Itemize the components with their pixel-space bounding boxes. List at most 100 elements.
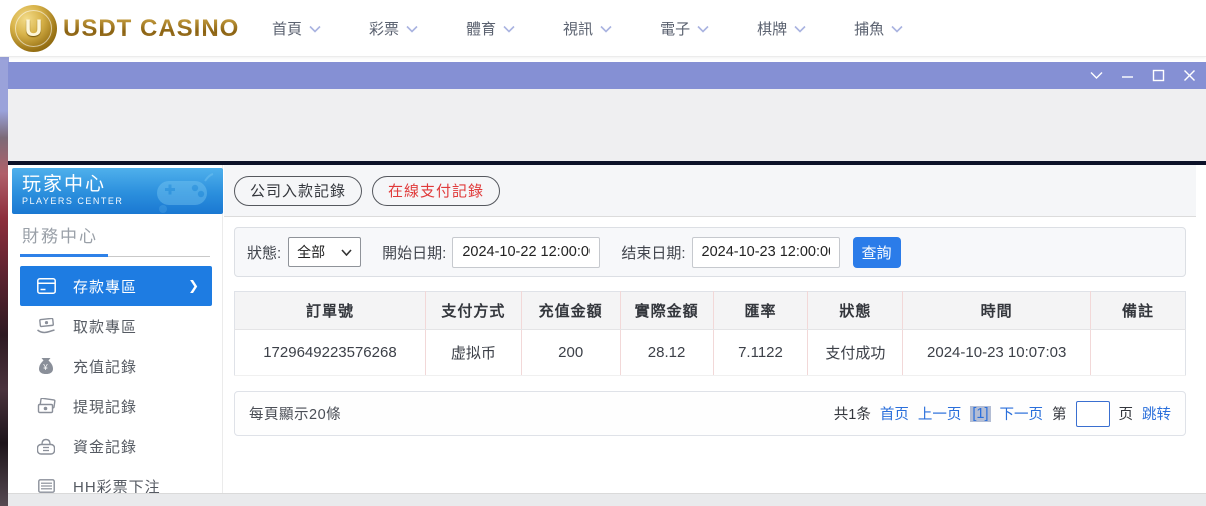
page-size-text: 每頁顯示20條 [249, 403, 341, 424]
start-date-label: 開始日期: [382, 242, 446, 263]
minimize-icon[interactable] [1120, 69, 1134, 83]
jump-button[interactable]: 跳转 [1142, 403, 1171, 424]
sidebar-item-label: 提現記錄 [73, 396, 137, 417]
finance-section-title: 財務中心 [22, 222, 98, 247]
jump-prefix-label: 第 [1052, 403, 1067, 424]
pagination-controls: 共1条 首页 上一页 [1] 下一页 第 页 跳转 [834, 401, 1171, 427]
col-remark: 備註 [1091, 292, 1186, 330]
nav-label: 電子 [660, 18, 690, 39]
tab-company-deposit-record[interactable]: 公司入款記錄 [234, 176, 362, 206]
chevron-right-icon: ❯ [188, 278, 200, 294]
cell-recharge-amount: 200 [521, 330, 620, 376]
logo[interactable]: U USDT CASINO [10, 5, 239, 52]
nav-item-lottery[interactable]: 彩票 [369, 18, 418, 39]
total-count-text: 共1条 [834, 403, 871, 424]
chevron-down-icon [794, 25, 806, 33]
sidebar: 玩家中心 PLAYERS CENTER 財務中心 [8, 165, 223, 493]
deposit-card-icon [36, 276, 56, 296]
end-date-input[interactable] [692, 237, 840, 268]
cell-payment-method: 虚拟币 [425, 330, 521, 376]
funds-bag-icon [36, 436, 56, 456]
cell-order-number: 1729649223576268 [235, 330, 426, 376]
nav-item-fishing[interactable]: 捕魚 [854, 18, 903, 39]
col-order-number: 訂單號 [235, 292, 426, 330]
col-actual-amount: 實際金額 [620, 292, 713, 330]
status-label: 狀態: [247, 242, 281, 263]
window-controls [1089, 62, 1202, 89]
col-payment-method: 支付方式 [425, 292, 521, 330]
nav-item-slots[interactable]: 電子 [660, 18, 709, 39]
withdraw-hand-icon [36, 316, 56, 336]
sidebar-item-deposit[interactable]: 存款專區 ❯ [20, 266, 212, 306]
chevron-down-icon [891, 25, 903, 33]
col-time: 時間 [903, 292, 1091, 330]
window-body: 玩家中心 PLAYERS CENTER 財務中心 [8, 165, 1206, 493]
tab-online-payment-record[interactable]: 在線支付記錄 [372, 176, 500, 206]
query-button[interactable]: 查詢 [853, 237, 901, 268]
table-header-row: 訂單號 支付方式 充值金額 實際金額 匯率 狀態 時間 備註 [235, 292, 1186, 330]
chevron-down-icon [600, 25, 612, 33]
records-table: 訂單號 支付方式 充值金額 實際金額 匯率 狀態 時間 備註 172964922… [234, 291, 1186, 376]
cell-actual-amount: 28.12 [620, 330, 713, 376]
next-page-link[interactable]: 下一页 [1000, 403, 1044, 424]
chevron-down-icon [503, 25, 515, 33]
status-select[interactable]: 全部 [288, 237, 361, 267]
col-exchange-rate: 匯率 [713, 292, 808, 330]
cell-remark [1091, 330, 1186, 376]
nav-item-video[interactable]: 視訊 [563, 18, 612, 39]
chevron-down-icon [309, 25, 321, 33]
collapse-chevron-icon[interactable] [1089, 69, 1103, 83]
col-recharge-amount: 充值金額 [521, 292, 620, 330]
prev-page-link[interactable]: 上一页 [918, 403, 962, 424]
nav-label: 棋牌 [757, 18, 787, 39]
window-toolbar-area [8, 89, 1206, 161]
filter-bar: 狀態: 全部 開始日期: 结束日期: 查詢 [234, 227, 1186, 277]
logo-letter: U [25, 15, 42, 43]
chevron-down-icon [406, 25, 418, 33]
sidebar-menu: 存款專區 ❯ 取款專區 ¥ 充值記錄 提現記錄 [20, 266, 212, 506]
current-page-indicator: [1] [970, 406, 990, 422]
pagination-bar: 每頁顯示20條 共1条 首页 上一页 [1] 下一页 第 页 跳转 [234, 391, 1186, 436]
nav-label: 視訊 [563, 18, 593, 39]
nav-label: 彩票 [369, 18, 399, 39]
maximize-icon[interactable] [1151, 69, 1165, 83]
start-date-input[interactable] [452, 237, 600, 268]
sidebar-item-funds-record[interactable]: 資金記錄 [20, 426, 212, 466]
window-titlebar[interactable] [8, 62, 1206, 89]
window-bottom-strip [8, 493, 1206, 506]
gamepad-icon [149, 173, 215, 213]
cell-status: 支付成功 [808, 330, 903, 376]
select-chevron-icon [341, 249, 352, 256]
nav-item-home[interactable]: 首頁 [272, 18, 321, 39]
close-icon[interactable] [1182, 69, 1196, 83]
cell-time: 2024-10-23 10:07:03 [903, 330, 1091, 376]
section-underline [20, 254, 210, 257]
recharge-bag-icon: ¥ [36, 356, 56, 376]
jump-suffix-label: 页 [1119, 403, 1134, 424]
svg-text:¥: ¥ [42, 363, 48, 372]
logo-text: USDT CASINO [63, 15, 239, 43]
withdrawal-record-icon [36, 396, 56, 416]
site-header: U USDT CASINO 首頁 彩票 體育 視訊 電子 棋牌 捕魚 [0, 0, 1206, 57]
players-center-header: 玩家中心 PLAYERS CENTER [12, 168, 223, 214]
nav-label: 體育 [466, 18, 496, 39]
sidebar-item-label: 存款專區 [73, 276, 137, 297]
nav-item-boardgames[interactable]: 棋牌 [757, 18, 806, 39]
end-date-label: 结束日期: [621, 242, 685, 263]
logo-coin-icon: U [10, 5, 57, 52]
sidebar-item-withdrawal-record[interactable]: 提現記錄 [20, 386, 212, 426]
sidebar-item-withdraw[interactable]: 取款專區 [20, 306, 212, 346]
tabs-row: 公司入款記錄 在線支付記錄 [224, 165, 1196, 217]
first-page-link[interactable]: 首页 [880, 403, 909, 424]
jump-page-input[interactable] [1076, 401, 1110, 427]
sidebar-item-recharge-record[interactable]: ¥ 充值記錄 [20, 346, 212, 386]
cell-exchange-rate: 7.1122 [713, 330, 808, 376]
nav-label: 捕魚 [854, 18, 884, 39]
sidebar-item-label: 充值記錄 [73, 356, 137, 377]
nav-item-sports[interactable]: 體育 [466, 18, 515, 39]
chevron-down-icon [697, 25, 709, 33]
status-select-value: 全部 [297, 242, 325, 262]
main-content: 公司入款記錄 在線支付記錄 狀態: 全部 開始日期: 结束日期: 查詢 訂單號 [224, 165, 1206, 493]
table-row: 1729649223576268 虚拟币 200 28.12 7.1122 支付… [235, 330, 1186, 376]
nav-label: 首頁 [272, 18, 302, 39]
